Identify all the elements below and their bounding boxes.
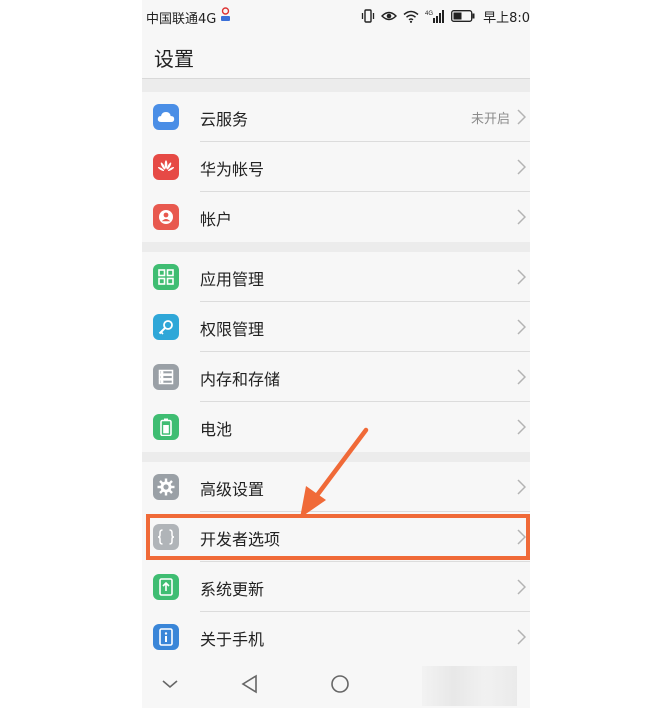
update-icon bbox=[153, 574, 179, 600]
settings-item-label: 系统更新 bbox=[200, 580, 265, 599]
hd-call-icon bbox=[221, 7, 230, 21]
chevron-right-icon bbox=[517, 579, 526, 595]
chevron-right-icon bbox=[517, 159, 526, 175]
battery-status-icon bbox=[451, 10, 475, 22]
info-icon bbox=[153, 624, 179, 650]
settings-item-about-phone[interactable]: 关于手机 bbox=[142, 612, 530, 662]
status-icons: 4G 早上8:0 bbox=[361, 7, 530, 26]
settings-item-label: 权限管理 bbox=[200, 320, 265, 339]
chevron-right-icon bbox=[517, 629, 526, 645]
phone-screen: 中国联通4G 4G 早上8:0 设置 云服务 未开启 华为帐号 帐户 应用管理 … bbox=[142, 0, 530, 708]
settings-item-label: 高级设置 bbox=[200, 480, 265, 499]
settings-item-label: 关于手机 bbox=[200, 630, 265, 649]
settings-item-label: 应用管理 bbox=[200, 270, 265, 289]
chevron-right-icon bbox=[517, 369, 526, 385]
settings-item-value: 未开启 bbox=[470, 112, 510, 127]
chevron-right-icon bbox=[517, 269, 526, 285]
cloud-icon bbox=[153, 104, 179, 130]
settings-item-label: 内存和存储 bbox=[200, 370, 281, 389]
chevron-right-icon bbox=[517, 319, 526, 335]
chevron-right-icon bbox=[517, 109, 526, 125]
page-title: 设置 bbox=[154, 47, 194, 71]
settings-item-label: 云服务 bbox=[200, 110, 249, 129]
clock: 早上8:0 bbox=[483, 10, 530, 26]
chevron-right-icon bbox=[517, 419, 526, 435]
settings-item-cloud[interactable]: 云服务 未开启 bbox=[142, 92, 530, 142]
signal-icon: 4G bbox=[425, 10, 445, 23]
gear-icon bbox=[153, 474, 179, 500]
home-icon[interactable] bbox=[328, 672, 352, 696]
chevron-right-icon bbox=[517, 529, 526, 545]
wifi-icon bbox=[403, 10, 419, 23]
settings-item-huawei-id[interactable]: 华为帐号 bbox=[142, 142, 530, 192]
chevron-right-icon bbox=[517, 479, 526, 495]
key-icon bbox=[153, 314, 179, 340]
group-separator bbox=[142, 79, 530, 92]
battery-icon bbox=[153, 414, 179, 440]
network-type-label: 4G bbox=[425, 11, 433, 17]
eye-comfort-icon bbox=[381, 11, 398, 21]
settings-item-label: 帐户 bbox=[200, 210, 233, 229]
settings-item-app-management[interactable]: 应用管理 bbox=[142, 252, 530, 302]
settings-item-system-update[interactable]: 系统更新 bbox=[142, 562, 530, 612]
group-separator bbox=[142, 242, 530, 252]
status-bar: 中国联通4G 4G 早上8:0 bbox=[142, 0, 530, 32]
arrow-annotation-icon bbox=[300, 427, 369, 518]
settings-item-label: 华为帐号 bbox=[200, 160, 265, 179]
settings-item-permissions[interactable]: 权限管理 bbox=[142, 302, 530, 352]
settings-item-memory-storage[interactable]: 内存和存储 bbox=[142, 352, 530, 402]
watermark-blur bbox=[422, 666, 517, 706]
account-icon bbox=[153, 204, 179, 230]
settings-item-label: 电池 bbox=[200, 420, 233, 439]
settings-item-account[interactable]: 帐户 bbox=[142, 192, 530, 242]
braces-icon bbox=[153, 524, 179, 550]
chevron-down-icon[interactable] bbox=[158, 672, 182, 696]
back-icon[interactable] bbox=[238, 672, 262, 696]
carrier-label: 中国联通4G bbox=[146, 12, 217, 27]
apps-grid-icon bbox=[153, 264, 179, 290]
chevron-right-icon bbox=[517, 209, 526, 225]
settings-item-label: 开发者选项 bbox=[200, 530, 281, 549]
huawei-logo-icon bbox=[153, 154, 179, 180]
storage-icon bbox=[153, 364, 179, 390]
title-bar: 设置 bbox=[142, 32, 530, 79]
vibrate-icon bbox=[361, 9, 375, 23]
